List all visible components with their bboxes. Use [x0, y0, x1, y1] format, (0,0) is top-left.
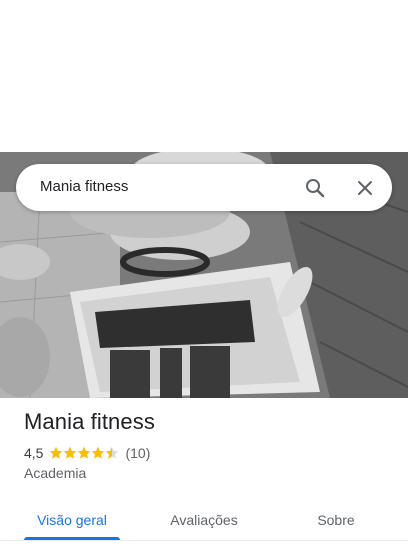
place-category: Academia — [24, 465, 87, 481]
search-icon[interactable] — [303, 176, 327, 200]
rating-row[interactable]: 4,5 (10) — [24, 444, 150, 462]
star-icon — [92, 446, 105, 459]
close-icon[interactable] — [353, 176, 377, 200]
search-bar[interactable]: Mania fitness — [16, 164, 392, 211]
star-icon — [50, 446, 63, 459]
review-count[interactable]: (10) — [125, 445, 150, 461]
star-icon — [106, 446, 119, 459]
place-title: Mania fitness — [24, 409, 155, 434]
rating-stars — [49, 446, 119, 460]
star-icon — [78, 446, 91, 459]
tab-reviews[interactable]: Avaliações — [148, 496, 260, 544]
tab-bar: Visão geral Avaliações Sobre — [0, 496, 408, 544]
tabs-divider — [0, 540, 408, 541]
rating-value: 4,5 — [24, 445, 44, 461]
star-icon — [64, 446, 77, 459]
search-input[interactable]: Mania fitness — [40, 178, 128, 195]
tab-about[interactable]: Sobre — [280, 496, 392, 544]
